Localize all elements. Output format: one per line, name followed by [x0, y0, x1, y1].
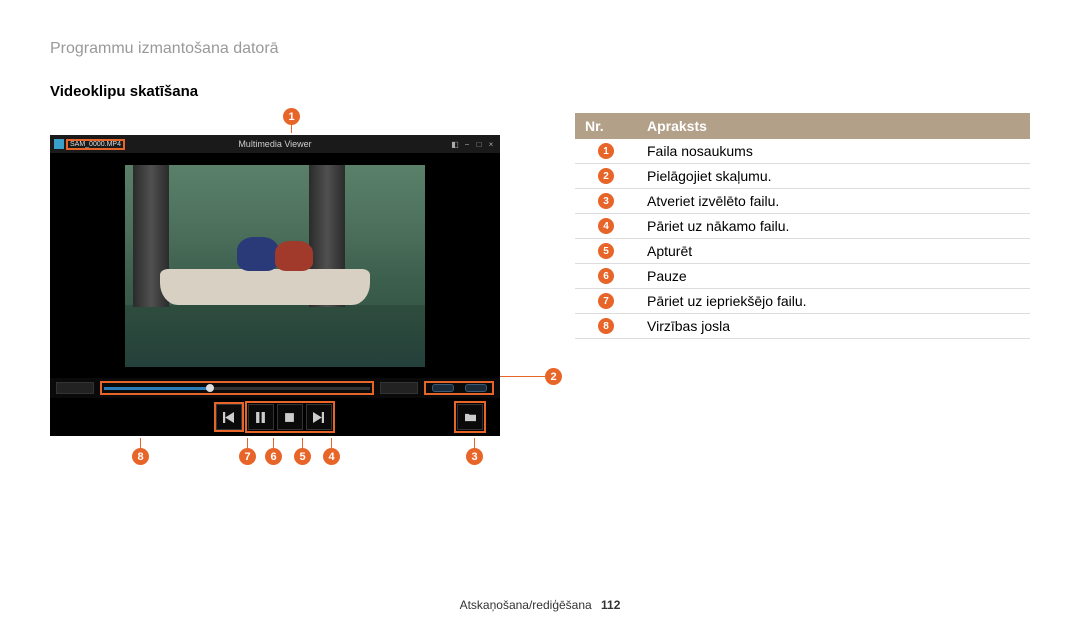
maximize-icon[interactable]: □: [474, 139, 484, 149]
row-number: 4: [598, 218, 614, 234]
callout-badge: 8: [132, 448, 149, 465]
callout-badge: 4: [323, 448, 340, 465]
row-desc: Pauze: [637, 264, 1030, 288]
filename-label: SAM_0000.MP4: [66, 139, 125, 150]
footer-page-number: 112: [601, 598, 620, 612]
callout-badge: 2: [545, 368, 562, 385]
skip-next-icon: [313, 412, 324, 423]
row-desc: Pielāgojiet skaļumu.: [637, 164, 1030, 188]
table-row: 5 Apturēt: [575, 239, 1030, 264]
total-time: [380, 382, 418, 394]
footer-section: Atskaņošana/rediģēšana: [460, 598, 592, 612]
row-number: 5: [598, 243, 614, 259]
row-desc: Pāriet uz iepriekšējo failu.: [637, 289, 1030, 313]
callout-badge: 6: [265, 448, 282, 465]
close-icon[interactable]: ×: [486, 139, 496, 149]
window-controls: ◧ − □ ×: [450, 139, 496, 149]
table-row: 7 Pāriet uz iepriekšējo failu.: [575, 289, 1030, 314]
next-button[interactable]: [306, 404, 332, 430]
row-number: 3: [598, 193, 614, 209]
stop-button[interactable]: [277, 404, 303, 430]
skip-previous-icon: [223, 412, 234, 423]
open-file-button[interactable]: [457, 404, 483, 430]
col-header-desc: Apraksts: [637, 113, 1030, 139]
pause-icon: [255, 412, 266, 423]
media-player-window: SAM_0000.MP4 Multimedia Viewer ◧ − □ ×: [50, 135, 500, 436]
col-header-nr: Nr.: [575, 113, 637, 139]
row-number: 7: [598, 293, 614, 309]
callout-badge: 3: [466, 448, 483, 465]
video-frame: [125, 165, 425, 367]
callout-1: 1: [78, 108, 505, 133]
bottom-callouts: 8 7 6 5 4 3: [50, 438, 505, 468]
transport-row: [50, 398, 500, 436]
table-row: 8 Virzības josla: [575, 314, 1030, 339]
folder-icon: [465, 412, 476, 423]
description-table: Nr. Apraksts 1 Faila nosaukums 2 Pielāgo…: [575, 108, 1030, 339]
file-icon: [54, 139, 64, 149]
player-figure: 1 SAM_0000.MP4 Multimedia Viewer ◧ − □ ×: [50, 108, 505, 468]
titlebar: SAM_0000.MP4 Multimedia Viewer ◧ − □ ×: [50, 135, 500, 153]
progress-bar[interactable]: [100, 381, 374, 395]
row-number: 6: [598, 268, 614, 284]
row-desc: Faila nosaukums: [637, 139, 1030, 163]
window-title: Multimedia Viewer: [238, 139, 311, 149]
row-desc: Apturēt: [637, 239, 1030, 263]
callout-2: 2: [500, 368, 562, 385]
video-area: [50, 153, 500, 378]
table-row: 6 Pauze: [575, 264, 1030, 289]
table-row: 4 Pāriet uz nākamo failu.: [575, 214, 1030, 239]
callout-badge: 1: [283, 108, 300, 125]
callout-badge: 5: [294, 448, 311, 465]
row-desc: Atveriet izvēlēto failu.: [637, 189, 1030, 213]
row-number: 8: [598, 318, 614, 334]
table-row: 2 Pielāgojiet skaļumu.: [575, 164, 1030, 189]
stop-icon: [284, 412, 295, 423]
row-desc: Pāriet uz nākamo failu.: [637, 214, 1030, 238]
page-subheader: Videoklipu skatīšana: [50, 83, 1030, 100]
minimize-icon[interactable]: −: [462, 139, 472, 149]
volume-control[interactable]: [424, 381, 494, 395]
page-header: Programmu izmantošana datorā: [50, 40, 1030, 58]
elapsed-time: [56, 382, 94, 394]
row-number: 1: [598, 143, 614, 159]
row-desc: Virzības josla: [637, 314, 1030, 338]
page-footer: Atskaņošana/rediģēšana 112: [0, 598, 1080, 612]
pause-button[interactable]: [248, 404, 274, 430]
callout-badge: 7: [239, 448, 256, 465]
prev-button[interactable]: [216, 404, 242, 430]
row-number: 2: [598, 168, 614, 184]
table-row: 1 Faila nosaukums: [575, 139, 1030, 164]
table-header: Nr. Apraksts: [575, 113, 1030, 139]
progress-row: [50, 378, 500, 398]
aux-icon[interactable]: ◧: [450, 139, 460, 149]
table-row: 3 Atveriet izvēlēto failu.: [575, 189, 1030, 214]
